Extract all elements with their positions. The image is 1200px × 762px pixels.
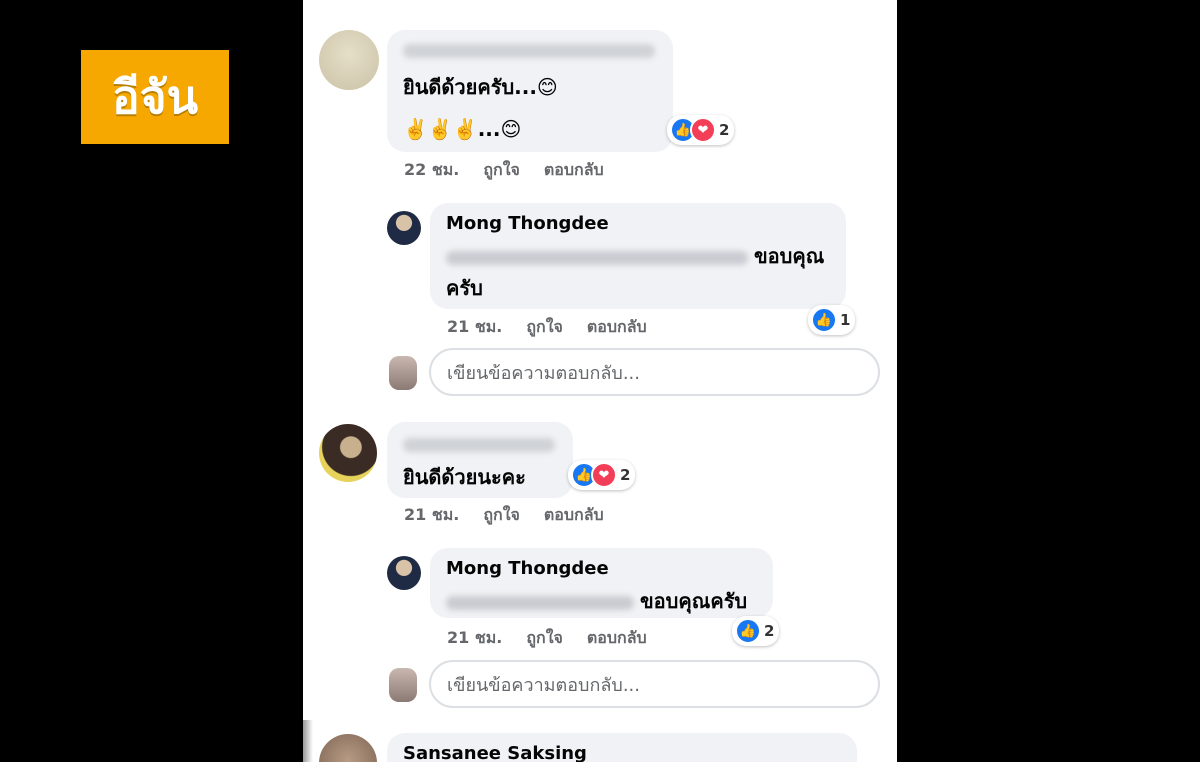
reply-text-content: ขอบคุณครับ (640, 589, 748, 613)
reply-time[interactable]: 21 ชม. (447, 626, 502, 651)
avatar[interactable] (319, 424, 377, 482)
like-link[interactable]: ถูกใจ (526, 315, 563, 340)
comment-text: ยินดีด้วยนะคะ (403, 465, 526, 489)
heart-icon: ❤ (591, 462, 617, 488)
reply-text: ขอบคุณ (446, 239, 824, 273)
reply-text: ขอบคุณครับ (446, 584, 747, 618)
like-link[interactable]: ถูกใจ (483, 158, 520, 183)
reply-bubble: Mong Thongdee ขอบคุณ ครับ (430, 203, 846, 309)
avatar (389, 356, 417, 390)
reply-meta: 21 ชม. ถูกใจ ตอบกลับ (447, 315, 647, 340)
commenter-name-hidden[interactable] (403, 438, 555, 452)
reply-text-line-1: ขอบคุณ (754, 244, 825, 268)
reaction-count: 1 (840, 311, 851, 329)
comments-panel: ยินดีด้วยครับ...😊 ✌️✌️✌️...😊 👍 ❤ 2 22 ชม… (303, 0, 897, 762)
comment-meta: 22 ชม. ถูกใจ ตอบกลับ (404, 158, 604, 183)
comment-bubble: Sansanee Saksing (387, 733, 857, 762)
avatar (389, 668, 417, 702)
mention-hidden[interactable] (446, 250, 748, 265)
reaction-summary[interactable]: 👍 2 (732, 616, 780, 646)
reaction-summary[interactable]: 👍 ❤ 2 (667, 115, 735, 145)
avatar[interactable] (387, 556, 421, 590)
reaction-count: 2 (620, 466, 631, 484)
reply-input-placeholder: เขียนข้อความตอบกลับ... (447, 674, 640, 696)
comment-time[interactable]: 22 ชม. (404, 158, 459, 183)
avatar[interactable] (387, 211, 421, 245)
like-link[interactable]: ถูกใจ (483, 503, 520, 528)
reply-bubble: Mong Thongdee ขอบคุณครับ (430, 548, 773, 618)
like-link[interactable]: ถูกใจ (526, 626, 563, 651)
heart-icon: ❤ (690, 117, 716, 143)
comment-bubble: ยินดีด้วยนะคะ (387, 422, 573, 498)
reply-input[interactable]: เขียนข้อความตอบกลับ... (429, 348, 880, 396)
comment-author[interactable]: Sansanee Saksing (403, 743, 587, 762)
logo-badge: อีจัน (81, 50, 229, 144)
edge-shadow (303, 720, 313, 762)
reply-author[interactable]: Mong Thongdee (446, 558, 609, 579)
logo-text: อีจัน (111, 69, 199, 124)
comment-text-line-1: ยินดีด้วยครับ...😊 (403, 75, 558, 99)
comment-text-line-2: ✌️✌️✌️...😊 (403, 117, 522, 141)
reply-link[interactable]: ตอบกลับ (544, 158, 604, 183)
reply-link[interactable]: ตอบกลับ (544, 503, 604, 528)
comment-meta: 21 ชม. ถูกใจ ตอบกลับ (404, 503, 604, 528)
reply-author[interactable]: Mong Thongdee (446, 213, 609, 234)
comment-time[interactable]: 21 ชม. (404, 503, 459, 528)
reply-link[interactable]: ตอบกลับ (587, 626, 647, 651)
reply-input-placeholder: เขียนข้อความตอบกลับ... (447, 362, 640, 384)
reaction-count: 2 (764, 622, 775, 640)
commenter-name-hidden[interactable] (403, 44, 655, 58)
reply-link[interactable]: ตอบกลับ (587, 315, 647, 340)
avatar[interactable] (319, 30, 379, 90)
thumbs-up-icon: 👍 (811, 307, 837, 333)
avatar[interactable] (319, 734, 377, 762)
reply-meta: 21 ชม. ถูกใจ ตอบกลับ (447, 626, 647, 651)
reaction-count: 2 (719, 121, 730, 139)
thumbs-up-icon: 👍 (735, 618, 761, 644)
reply-text-line-2: ครับ (446, 276, 483, 300)
reaction-summary[interactable]: 👍 1 (808, 305, 856, 335)
mention-hidden[interactable] (446, 595, 634, 610)
reaction-summary[interactable]: 👍 ❤ 2 (568, 460, 636, 490)
reply-time[interactable]: 21 ชม. (447, 315, 502, 340)
comment-bubble: ยินดีด้วยครับ...😊 ✌️✌️✌️...😊 (387, 30, 673, 152)
reply-input[interactable]: เขียนข้อความตอบกลับ... (429, 660, 880, 708)
